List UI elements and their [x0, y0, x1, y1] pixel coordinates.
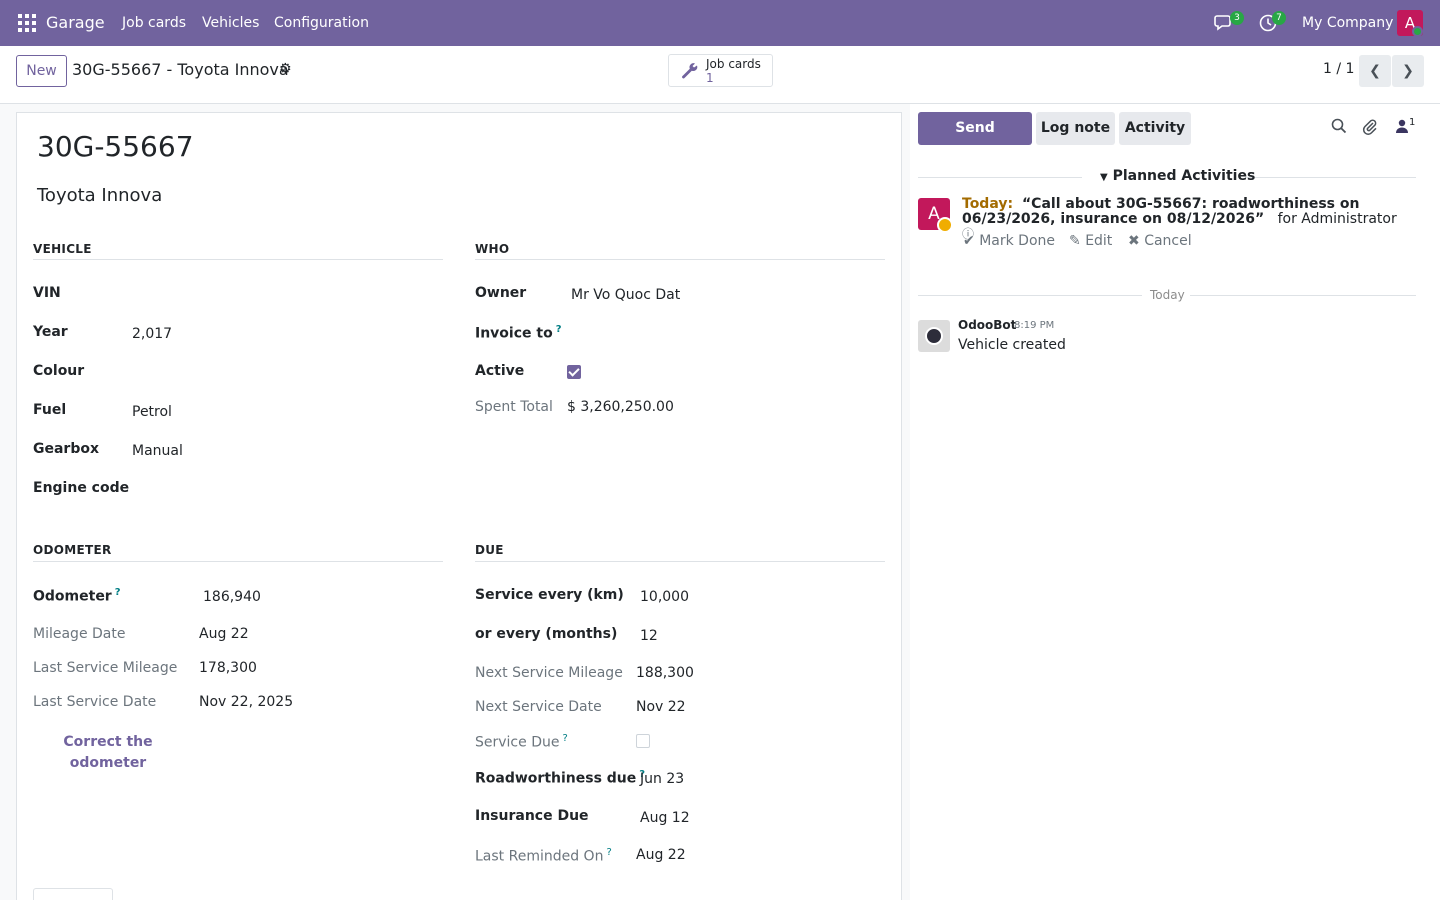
message-time: 8:19 PM — [1014, 320, 1055, 331]
service-due-checkbox — [636, 734, 650, 748]
gear-icon[interactable]: ⚙ — [279, 61, 292, 77]
last-reminded-value: Aug 22 — [636, 847, 686, 863]
vehicle-plate-title[interactable]: 30G-55667 — [37, 130, 194, 163]
help-icon[interactable]: ? — [556, 324, 562, 335]
company-switcher[interactable]: My Company — [1302, 0, 1393, 46]
date-divider-left — [918, 295, 1142, 296]
planned-divider-right — [1246, 177, 1416, 178]
odometer-field[interactable]: 186,940 — [203, 589, 261, 605]
last-service-mileage-label: Last Service Mileage — [33, 660, 178, 676]
vehicle-group-title: VEHICLE — [33, 242, 92, 256]
year-field[interactable]: 2,017 — [132, 326, 172, 342]
spent-total-value: $ 3,260,250.00 — [567, 399, 674, 415]
smart-button-count: 1 — [706, 71, 714, 85]
active-label: Active — [475, 363, 525, 379]
fuel-field[interactable]: Petrol — [132, 404, 172, 420]
service-every-km-field[interactable]: 10,000 — [640, 589, 689, 605]
gearbox-label: Gearbox — [33, 441, 100, 457]
send-message-button[interactable]: Send message — [918, 112, 1032, 169]
mark-done-button[interactable]: ✔ Mark Done — [963, 233, 1055, 249]
apps-menu-icon[interactable] — [18, 14, 36, 32]
followers-count: 1 — [1409, 117, 1416, 128]
owner-field[interactable]: Mr Vo Quoc Dat — [571, 287, 680, 303]
vin-label: VIN — [33, 285, 61, 301]
menu-configuration[interactable]: Configuration — [274, 0, 369, 46]
caret-down-icon: ▼ — [1100, 172, 1108, 183]
pager-next-icon[interactable]: ❯ — [1392, 55, 1424, 87]
vehicle-group-divider — [33, 259, 443, 260]
pager-value[interactable]: 1 / 1 — [1323, 61, 1354, 77]
service-every-km-label: Service every (km) — [475, 587, 624, 603]
message-body: Vehicle created — [958, 337, 1066, 353]
next-service-date-value: Nov 22 — [636, 699, 686, 715]
roadworthiness-due-label: Roadworthiness due? — [475, 769, 646, 787]
due-group-divider — [475, 561, 885, 562]
help-icon[interactable]: ? — [115, 587, 121, 598]
service-every-months-label: or every (months) — [475, 626, 618, 642]
help-icon[interactable]: ? — [562, 733, 567, 744]
last-service-date-value: Nov 22, 2025 — [199, 694, 294, 710]
search-icon[interactable] — [1329, 118, 1349, 138]
online-status-icon — [1412, 26, 1423, 37]
last-service-date-label: Last Service Date — [33, 694, 157, 710]
cancel-activity-button[interactable]: ✖ Cancel — [1128, 233, 1192, 249]
gearbox-field[interactable]: Manual — [132, 443, 183, 459]
odometer-group-divider — [33, 561, 443, 562]
date-divider-right — [1190, 295, 1416, 296]
paperclip-icon[interactable] — [1360, 118, 1380, 138]
service-every-months-field[interactable]: 12 — [640, 628, 658, 644]
bot-face-icon — [925, 327, 943, 345]
fuel-label: Fuel — [33, 402, 67, 418]
odometer-group-title: ODOMETER — [33, 543, 112, 557]
spent-total-label: Spent Total — [475, 399, 553, 415]
next-service-mileage-value: 188,300 — [636, 665, 694, 681]
menu-job-cards[interactable]: Job cards — [122, 0, 186, 46]
mileage-date-value: Aug 22 — [199, 626, 249, 642]
last-reminded-label: Last Reminded On? — [475, 847, 612, 865]
phone-icon — [937, 217, 953, 233]
engine-code-label: Engine code — [33, 480, 130, 496]
insurance-due-label: Insurance Due — [475, 808, 589, 824]
who-group-title: WHO — [475, 242, 510, 256]
vehicle-model-name[interactable]: Toyota Innova — [37, 185, 162, 206]
activities-badge: 7 — [1272, 11, 1286, 25]
activity-button[interactable]: Activity — [1119, 112, 1191, 145]
pager-previous-icon[interactable]: ❮ — [1359, 55, 1391, 87]
colour-label: Colour — [33, 363, 85, 379]
year-label: Year — [33, 324, 68, 340]
log-note-button[interactable]: Log note — [1036, 112, 1115, 145]
edit-activity-button[interactable]: ✎ Edit — [1069, 233, 1112, 249]
planned-divider-left — [918, 177, 1082, 178]
planned-activities-toggle[interactable]: ▼ Planned Activities — [1100, 168, 1255, 184]
correct-odometer-button[interactable]: Correct the odometer — [50, 732, 166, 774]
wrench-icon — [680, 62, 700, 82]
new-button[interactable]: New — [16, 55, 67, 87]
roadworthiness-due-field[interactable]: Jun 23 — [640, 771, 684, 787]
bottom-button-partial[interactable] — [33, 888, 113, 900]
mileage-date-label: Mileage Date — [33, 626, 126, 642]
next-service-date-label: Next Service Date — [475, 699, 602, 715]
who-group-divider — [475, 259, 885, 260]
date-separator: Today — [1150, 288, 1185, 302]
service-due-label: Service Due? — [475, 733, 568, 751]
active-checkbox[interactable] — [567, 365, 581, 379]
owner-label: Owner — [475, 285, 527, 301]
last-service-mileage-value: 178,300 — [199, 660, 257, 676]
top-navbar: Garage Job cards Vehicles Configuration … — [0, 0, 1440, 46]
job-cards-smart-button[interactable]: Job cards 1 — [668, 54, 773, 87]
menu-vehicles[interactable]: Vehicles — [202, 0, 259, 46]
breadcrumb: 30G-55667 - Toyota Innova — [72, 60, 289, 79]
messages-badge: 3 — [1230, 11, 1244, 25]
insurance-due-field[interactable]: Aug 12 — [640, 810, 690, 826]
odometer-label: Odometer? — [33, 587, 121, 605]
invoice-to-label: Invoice to? — [475, 324, 562, 342]
help-icon[interactable]: ? — [606, 847, 611, 858]
message-author[interactable]: OdooBot — [958, 318, 1016, 332]
smart-button-label: Job cards — [706, 57, 761, 71]
due-group-title: DUE — [475, 543, 504, 557]
control-panel: New 30G-55667 - Toyota Innova ⚙ Job card… — [0, 46, 1440, 104]
next-service-mileage-label: Next Service Mileage — [475, 665, 623, 681]
form-sheet — [16, 112, 902, 900]
app-brand[interactable]: Garage — [46, 0, 105, 46]
